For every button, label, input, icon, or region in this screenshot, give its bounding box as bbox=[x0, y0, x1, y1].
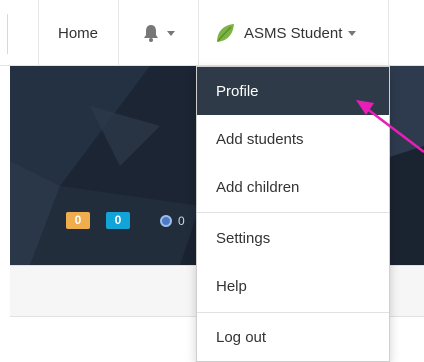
menu-item-label: Log out bbox=[216, 328, 267, 346]
menu-divider bbox=[197, 212, 389, 213]
nav-left-edge bbox=[0, 14, 8, 54]
chevron-down-icon bbox=[167, 30, 175, 36]
top-navbar: Home ASMS Student bbox=[0, 0, 424, 66]
level-badge: 0 bbox=[106, 212, 130, 229]
menu-item-label: Add students bbox=[216, 130, 304, 148]
nav-home-link[interactable]: Home bbox=[38, 0, 118, 66]
menu-item-settings[interactable]: Settings bbox=[197, 214, 389, 262]
page-left-edge bbox=[0, 66, 10, 265]
menu-item-add-students[interactable]: Add students bbox=[197, 115, 389, 163]
menu-item-label: Settings bbox=[216, 229, 271, 247]
menu-item-help[interactable]: Help bbox=[197, 262, 389, 310]
coin-count: 0 bbox=[160, 212, 185, 229]
chevron-down-icon bbox=[348, 30, 357, 36]
page-left-edge bbox=[0, 265, 10, 362]
nav-home-label: Home bbox=[57, 24, 98, 42]
coin-icon bbox=[160, 214, 172, 227]
points-badge: 0 bbox=[66, 212, 90, 229]
bell-icon bbox=[141, 23, 161, 43]
nav-separator bbox=[388, 0, 389, 66]
user-menu-toggle[interactable]: ASMS Student bbox=[198, 0, 388, 66]
menu-item-label: Add children bbox=[216, 178, 300, 196]
menu-item-label: Profile bbox=[216, 82, 259, 100]
coin-count-value: 0 bbox=[178, 213, 185, 228]
menu-item-label: Help bbox=[216, 277, 247, 295]
user-dropdown-menu: Profile Add students Add children Settin… bbox=[196, 66, 390, 362]
notifications-button[interactable] bbox=[118, 0, 198, 66]
leaf-icon bbox=[214, 22, 236, 44]
user-name: ASMS Student bbox=[244, 24, 343, 42]
menu-item-add-children[interactable]: Add children bbox=[197, 163, 389, 211]
menu-item-profile[interactable]: Profile bbox=[197, 67, 389, 115]
menu-item-log-out[interactable]: Log out bbox=[197, 313, 389, 361]
